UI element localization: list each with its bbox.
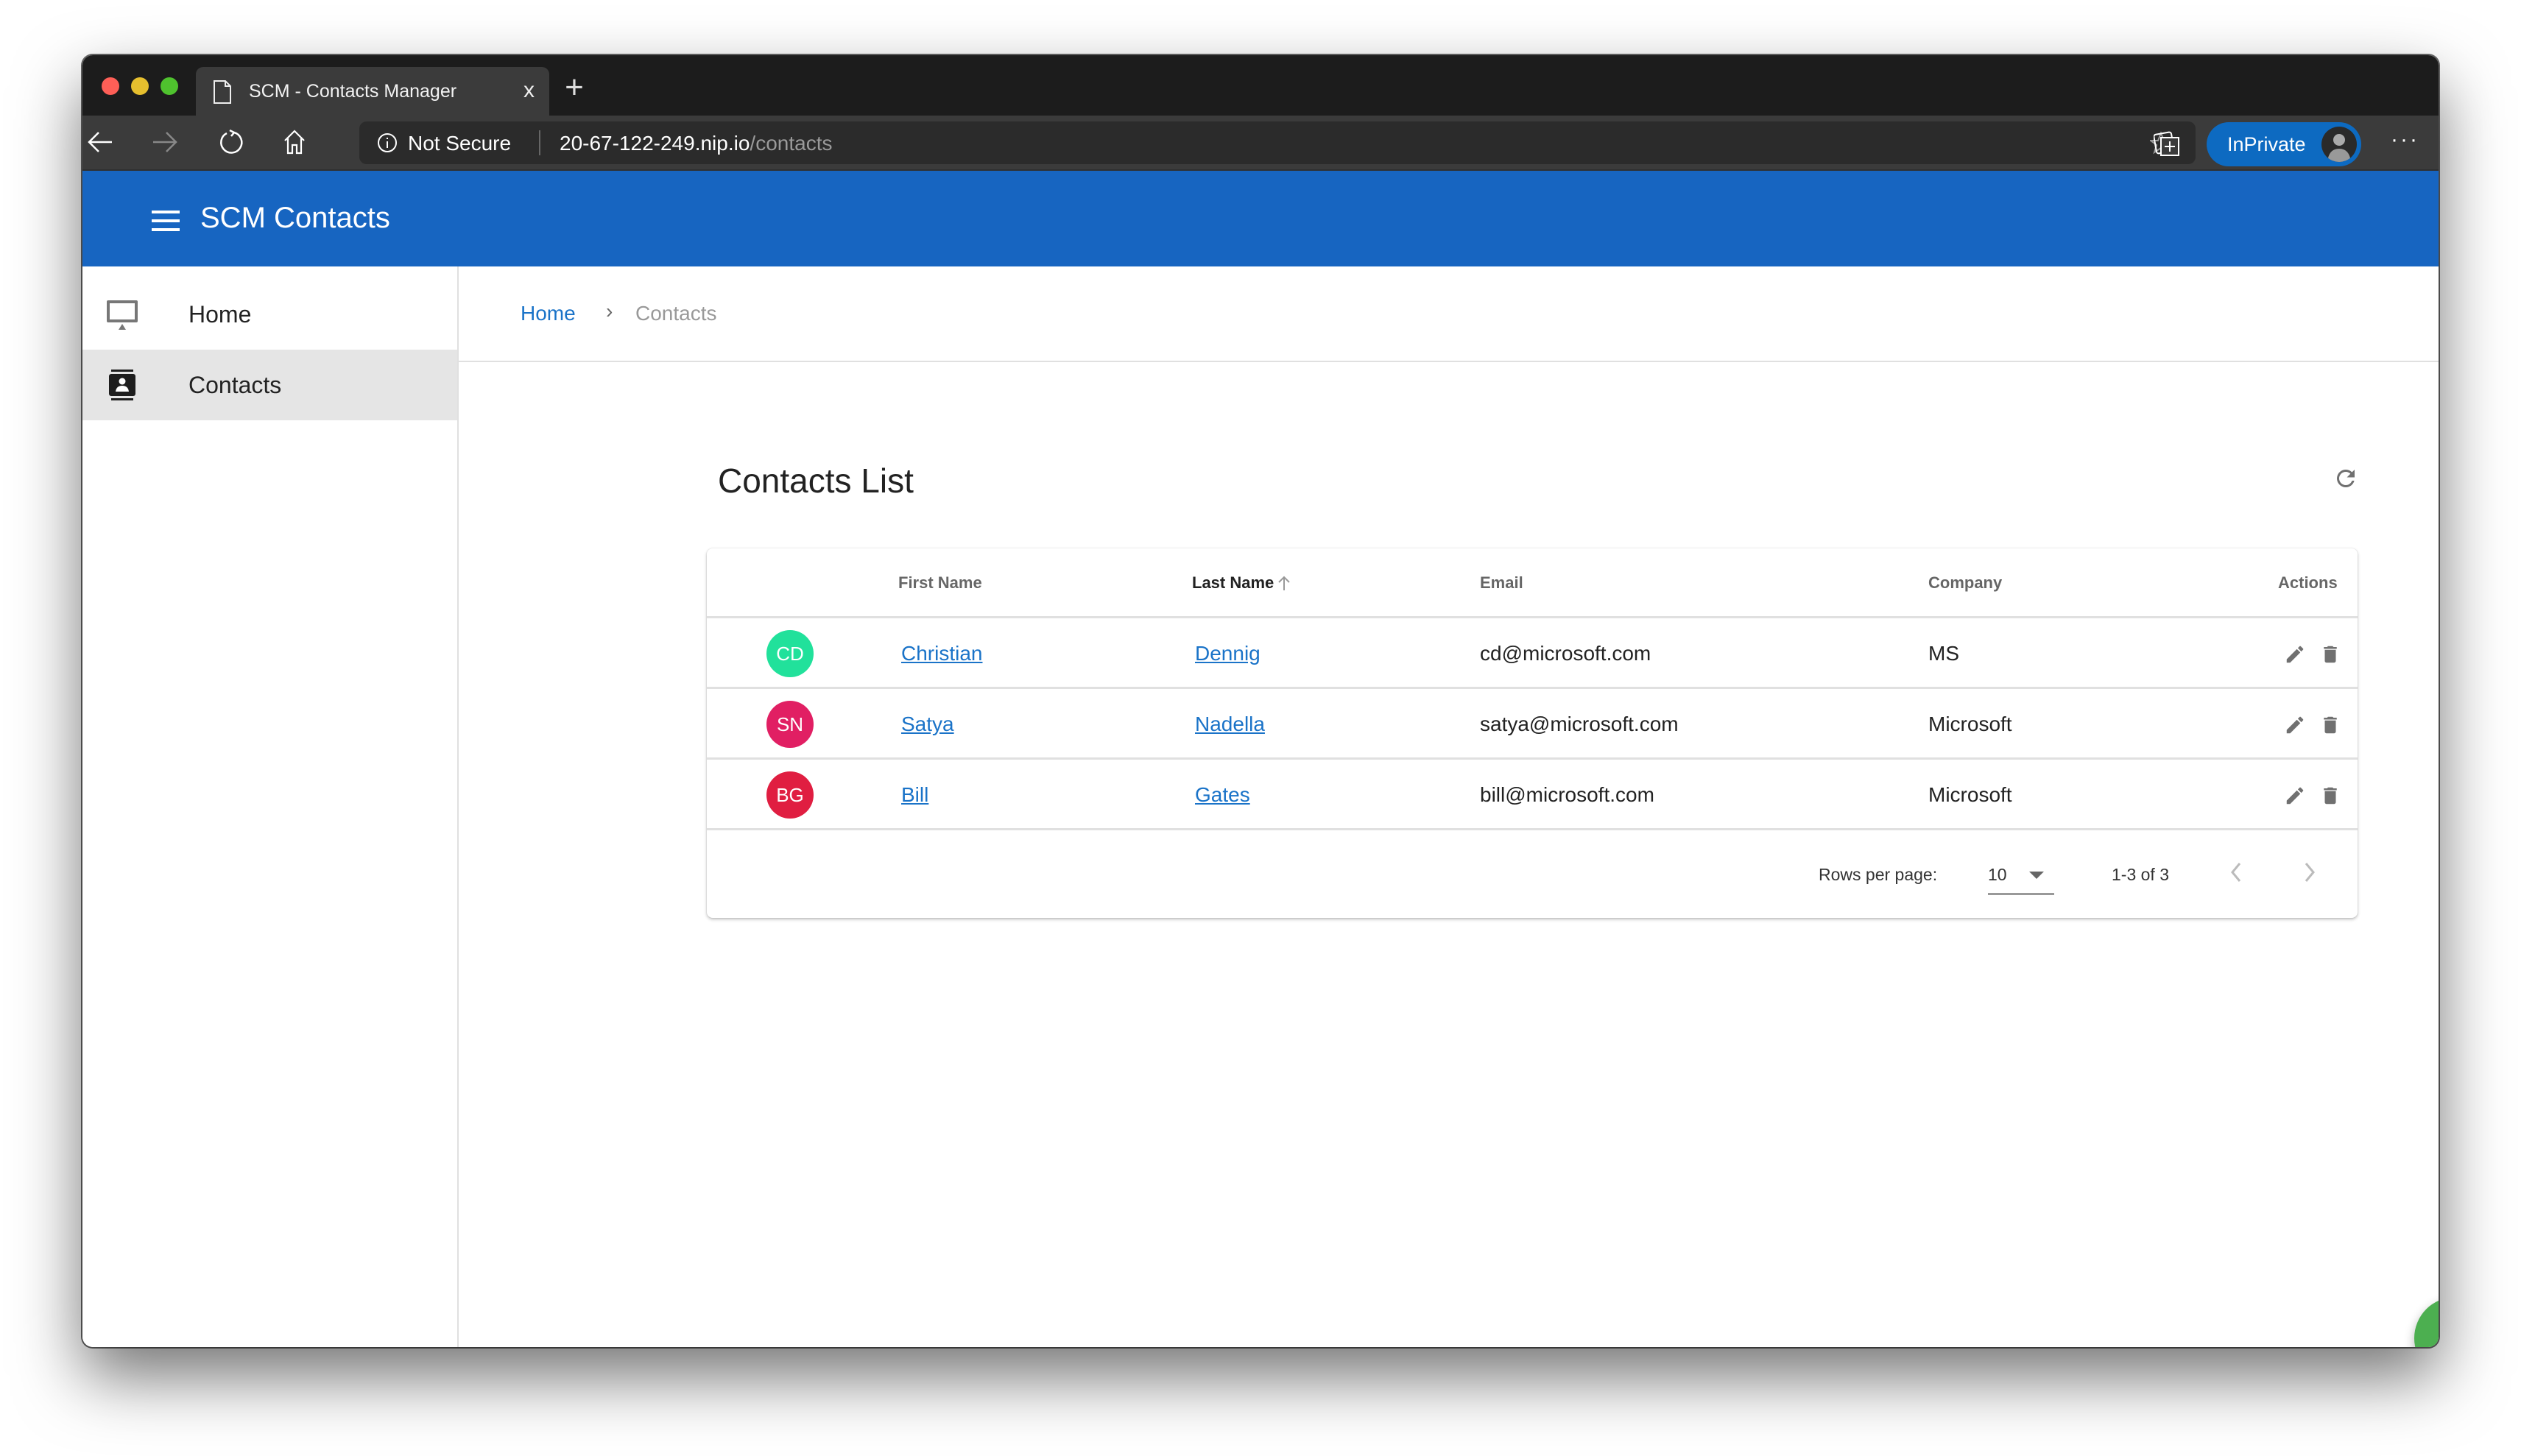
sort-arrow-up-icon[interactable] <box>1277 575 1291 591</box>
url-path: /contacts <box>750 132 833 155</box>
table-row: BG Bill Gates bill@microsoft.com Microsoft <box>707 760 2358 830</box>
app-header: SCM Contacts <box>82 171 2439 266</box>
previous-page-button[interactable] <box>2218 854 2254 891</box>
sidebar: Home Contacts <box>82 266 459 1347</box>
url-host: 20-67-122-249.nip.io <box>560 132 750 155</box>
add-contact-button[interactable] <box>2414 1297 2439 1347</box>
profile-avatar-icon <box>2321 127 2357 162</box>
edit-icon[interactable] <box>2284 643 2306 665</box>
column-header-actions: Actions <box>2278 573 2338 592</box>
company-cell: Microsoft <box>1928 783 2012 806</box>
arrow-left-icon <box>88 132 112 152</box>
email-cell: bill@microsoft.com <box>1480 783 1654 806</box>
sidebar-item-label: Contacts <box>188 372 282 398</box>
last-name-link[interactable]: Nadella <box>1195 713 1265 736</box>
avatar: CD <box>766 630 814 677</box>
home-button[interactable] <box>278 126 311 158</box>
new-tab-button[interactable]: + <box>560 67 589 108</box>
forward-button[interactable] <box>149 126 181 158</box>
sidebar-item-contacts[interactable]: Contacts <box>82 350 457 420</box>
column-header-label: Last Name <box>1192 573 1274 592</box>
rows-per-page-value: 10 <box>1988 865 2007 884</box>
desktop-icon <box>107 300 138 330</box>
first-name-link[interactable]: Bill <box>901 783 928 807</box>
main-content: Home › Contacts Contacts List First Name… <box>459 266 2439 1347</box>
sidebar-item-label: Home <box>188 301 252 328</box>
delete-icon[interactable] <box>2319 643 2341 665</box>
avatar: BG <box>766 771 814 819</box>
close-window-button[interactable] <box>102 77 119 95</box>
delete-icon[interactable] <box>2319 714 2341 736</box>
more-options-icon[interactable]: ··· <box>2391 129 2419 151</box>
column-header-first-name[interactable]: First Name <box>898 573 982 593</box>
menu-icon[interactable] <box>152 211 180 231</box>
maximize-window-button[interactable] <box>161 77 178 95</box>
sidebar-item-home[interactable]: Home <box>82 279 457 350</box>
company-cell: Microsoft <box>1928 713 2012 735</box>
address-divider <box>539 130 540 155</box>
avatar: SN <box>766 701 814 748</box>
first-name-link[interactable]: Christian <box>901 642 982 665</box>
back-button[interactable] <box>84 126 116 158</box>
breadcrumb: Home › Contacts <box>459 266 2439 362</box>
refresh-icon <box>2337 470 2355 487</box>
breadcrumb-home-link[interactable]: Home <box>521 302 576 325</box>
last-name-link[interactable]: Dennig <box>1195 642 1260 665</box>
arrow-right-icon <box>153 132 177 152</box>
chevron-left-icon <box>2231 863 2241 882</box>
contacts-table: First Name Last Name Email Company Actio… <box>707 548 2358 918</box>
table-row: SN Satya Nadella satya@microsoft.com Microso… <box>707 689 2358 760</box>
reload-button[interactable] <box>215 126 247 158</box>
caret-down-icon <box>2029 872 2044 879</box>
address-bar[interactable]: Not Secure 20-67-122-249.nip.io/contacts <box>359 121 2196 164</box>
table-header: First Name Last Name Email Company Actio… <box>707 548 2358 618</box>
first-name-link[interactable]: Satya <box>901 713 954 736</box>
tab-bar: SCM - Contacts Manager x + <box>82 55 2439 116</box>
email-cell: satya@microsoft.com <box>1480 713 1679 735</box>
pagination-range: 1-3 of 3 <box>2112 865 2169 884</box>
chevron-right-icon: › <box>606 300 613 322</box>
column-header-company[interactable]: Company <box>1928 573 2002 593</box>
inprivate-label: InPrivate <box>2227 133 2306 155</box>
chevron-right-icon <box>2305 863 2315 882</box>
next-page-button[interactable] <box>2291 854 2328 891</box>
browser-toolbar: Not Secure 20-67-122-249.nip.io/contacts… <box>82 116 2439 171</box>
refresh-button[interactable] <box>2327 459 2365 498</box>
breadcrumb-current: Contacts <box>635 302 717 325</box>
edit-icon[interactable] <box>2284 714 2306 736</box>
inprivate-button[interactable]: InPrivate <box>2207 122 2361 166</box>
page-title: Contacts List <box>718 462 914 500</box>
minimize-window-button[interactable] <box>131 77 149 95</box>
browser-window: SCM - Contacts Manager x + Not Secure 20… <box>82 55 2439 1347</box>
home-icon <box>284 130 305 155</box>
page-icon <box>214 80 231 104</box>
column-header-last-name[interactable]: Last Name <box>1192 573 1291 593</box>
rows-per-page-label: Rows per page: <box>1819 865 1938 884</box>
info-icon[interactable] <box>377 132 398 153</box>
contacts-icon <box>109 370 135 400</box>
tab-title: SCM - Contacts Manager <box>249 81 457 102</box>
email-cell: cd@microsoft.com <box>1480 642 1651 665</box>
reload-icon <box>220 129 243 154</box>
last-name-link[interactable]: Gates <box>1195 783 1250 807</box>
browser-tab[interactable]: SCM - Contacts Manager x <box>196 67 549 116</box>
edit-icon[interactable] <box>2284 785 2306 807</box>
security-label: Not Secure <box>408 132 512 155</box>
delete-icon[interactable] <box>2319 785 2341 807</box>
rows-per-page-select[interactable]: 10 <box>1988 854 2054 895</box>
column-header-email[interactable]: Email <box>1480 573 1523 593</box>
company-cell: MS <box>1928 642 1959 665</box>
url-text[interactable]: 20-67-122-249.nip.io/contacts <box>560 132 832 155</box>
table-row: CD Christian Dennig cd@microsoft.com MS <box>707 618 2358 689</box>
table-pagination: Rows per page: 10 1-3 of 3 <box>707 832 2358 918</box>
app-title: SCM Contacts <box>200 202 390 234</box>
collections-icon[interactable] <box>2154 130 2182 158</box>
close-tab-icon[interactable]: x <box>523 77 535 104</box>
